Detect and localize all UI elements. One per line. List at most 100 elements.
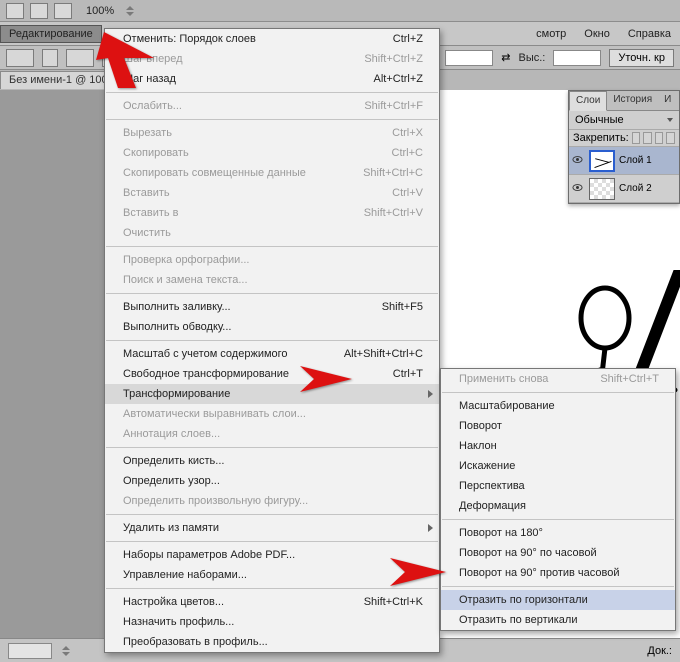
menu-item[interactable]: Трансформирование xyxy=(105,384,439,404)
menu-item[interactable]: Настройка цветов... Shift+Ctrl+K xyxy=(105,592,439,612)
menu-view[interactable]: смотр xyxy=(527,25,575,43)
menu-edit[interactable]: Редактирование xyxy=(0,25,102,43)
menu-item[interactable]: Поворот xyxy=(441,416,675,436)
chevron-down-icon xyxy=(667,118,673,122)
blend-mode-select[interactable]: Обычные xyxy=(569,111,679,130)
menu-item[interactable]: Наклон xyxy=(441,436,675,456)
menu-item[interactable]: Поворот на 90° против часовой xyxy=(441,563,675,583)
menu-item-label: Применить снова xyxy=(459,373,548,385)
menu-item-label: Наклон xyxy=(459,440,497,452)
menu-item-label: Поворот на 90° по часовой xyxy=(459,547,597,559)
menu-item[interactable]: Назначить профиль... xyxy=(105,612,439,632)
lock-row: Закрепить: xyxy=(569,130,679,147)
menu-item-label: Шаг вперед xyxy=(123,53,183,65)
menu-item: ВставитьCtrl+V xyxy=(105,183,439,203)
menu-item-label: Аннотация слоев... xyxy=(123,428,220,440)
app-top-strip: 100% xyxy=(0,0,680,22)
visibility-toggle[interactable] xyxy=(569,154,585,168)
status-zoom-stepper[interactable] xyxy=(62,644,72,658)
menu-help[interactable]: Справка xyxy=(619,25,680,43)
menu-item[interactable]: Преобразовать в профиль... xyxy=(105,632,439,652)
visibility-toggle[interactable] xyxy=(569,182,585,196)
menu-item[interactable]: Поворот на 90° по часовой xyxy=(441,543,675,563)
menu-item[interactable]: Поворот на 180° xyxy=(441,523,675,543)
menu-item-label: Вставить xyxy=(123,187,170,199)
lock-pixels-icon[interactable] xyxy=(643,132,652,144)
zoom-level[interactable]: 100% xyxy=(86,5,114,17)
menu-item[interactable]: Отменить: Порядок слоевCtrl+Z xyxy=(105,29,439,49)
lock-all-icon[interactable] xyxy=(666,132,675,144)
edit-menu: Отменить: Порядок слоевCtrl+Z Шаг вперед S… xyxy=(104,28,440,653)
menu-item-label: Перспектива xyxy=(459,480,525,492)
menu-item-label: Отменить: Порядок слоев xyxy=(123,33,256,45)
menu-item-label: Масштабирование xyxy=(459,400,555,412)
layer-name[interactable]: Слой 2 xyxy=(619,183,652,194)
menu-item: Скопировать совмещенные данныеShift+Ctrl… xyxy=(105,163,439,183)
menu-item-label: Преобразовать в профиль... xyxy=(123,636,268,648)
menu-item[interactable]: Удалить из памяти xyxy=(105,518,439,538)
layer-thumbnail[interactable] xyxy=(589,178,615,200)
menu-item[interactable]: Управление наборами... xyxy=(105,565,439,585)
width-field[interactable] xyxy=(445,50,493,66)
menu-item[interactable]: Шаг назадAlt+Ctrl+Z xyxy=(105,69,439,89)
lock-position-icon[interactable] xyxy=(655,132,664,144)
menu-item-label: Скопировать совмещенные данные xyxy=(123,167,306,179)
layer-row[interactable]: Слой 2 xyxy=(569,175,679,203)
option-slot[interactable] xyxy=(66,49,94,67)
menu-item[interactable]: Масштаб с учетом содержимогоAlt+Shift+Ct… xyxy=(105,344,439,364)
tool-slot[interactable] xyxy=(54,3,72,19)
option-slot[interactable] xyxy=(42,49,58,67)
menu-item[interactable]: Выполнить заливку...Shift+F5 xyxy=(105,297,439,317)
menu-item[interactable]: Свободное трансформированиеCtrl+T xyxy=(105,364,439,384)
tab-layers[interactable]: Слои xyxy=(569,91,607,111)
menu-item-label: Наборы параметров Adobe PDF... xyxy=(123,549,295,561)
menu-item-label: Отразить по вертикали xyxy=(459,614,577,626)
menu-item[interactable]: Искажение xyxy=(441,456,675,476)
menu-item[interactable]: Наборы параметров Adobe PDF... xyxy=(105,545,439,565)
menu-item-label: Ослабить... xyxy=(123,100,182,112)
tool-slot[interactable] xyxy=(6,3,24,19)
menu-item[interactable]: Масштабирование xyxy=(441,396,675,416)
layer-thumbnail[interactable] xyxy=(589,150,615,172)
lock-transparency-icon[interactable] xyxy=(632,132,641,144)
menu-item[interactable]: Отразить по вертикали xyxy=(441,610,675,630)
swap-icon[interactable]: ⇄ xyxy=(501,51,510,64)
menu-item-label: Отразить по горизонтали xyxy=(459,594,588,606)
menu-item[interactable]: Определить узор... xyxy=(105,471,439,491)
menu-window[interactable]: Окно xyxy=(575,25,619,43)
menu-item: Поиск и замена текста... xyxy=(105,270,439,290)
height-field[interactable] xyxy=(553,50,601,66)
blend-mode-value: Обычные xyxy=(575,114,624,126)
status-doc-label: Док.: xyxy=(647,645,672,657)
menu-item[interactable]: Определить кисть... xyxy=(105,451,439,471)
document-title: Без имени-1 @ 100 xyxy=(9,74,108,86)
menu-item: Применить сноваShift+Ctrl+T xyxy=(441,369,675,389)
menu-item: Аннотация слоев... xyxy=(105,424,439,444)
refine-edge-button[interactable]: Уточн. кр xyxy=(609,49,674,67)
menu-item: Вставить вShift+Ctrl+V xyxy=(105,203,439,223)
menu-item[interactable]: Деформация xyxy=(441,496,675,516)
menu-item[interactable]: Перспектива xyxy=(441,476,675,496)
menu-item-label: Настройка цветов... xyxy=(123,596,224,608)
tab-history[interactable]: История xyxy=(607,91,658,110)
option-slot[interactable] xyxy=(6,49,34,67)
menu-item: Очистить xyxy=(105,223,439,243)
panel-tabs: Слои История И xyxy=(569,91,679,111)
menu-item-label: Поворот на 90° против часовой xyxy=(459,567,620,579)
status-zoom-field[interactable] xyxy=(8,643,52,659)
menu-item-shortcut: Alt+Ctrl+Z xyxy=(373,73,423,85)
menu-item[interactable]: Выполнить обводку... xyxy=(105,317,439,337)
menu-item-shortcut: Shift+Ctrl+F xyxy=(364,100,423,112)
menu-item[interactable]: Отразить по горизонтали xyxy=(441,590,675,610)
tool-slot[interactable] xyxy=(30,3,48,19)
zoom-stepper[interactable] xyxy=(126,4,136,18)
menu-item-shortcut: Shift+Ctrl+Z xyxy=(364,53,423,65)
menu-item-shortcut: Shift+Ctrl+K xyxy=(364,596,423,608)
menu-item-label: Вырезать xyxy=(123,127,172,139)
layer-row[interactable]: Слой 1 xyxy=(569,147,679,175)
tab-info[interactable]: И xyxy=(658,91,677,110)
menu-item-label: Определить узор... xyxy=(123,475,220,487)
menu-item-shortcut: Ctrl+X xyxy=(392,127,423,139)
menu-item-shortcut: Shift+F5 xyxy=(382,301,423,313)
layer-name[interactable]: Слой 1 xyxy=(619,155,652,166)
